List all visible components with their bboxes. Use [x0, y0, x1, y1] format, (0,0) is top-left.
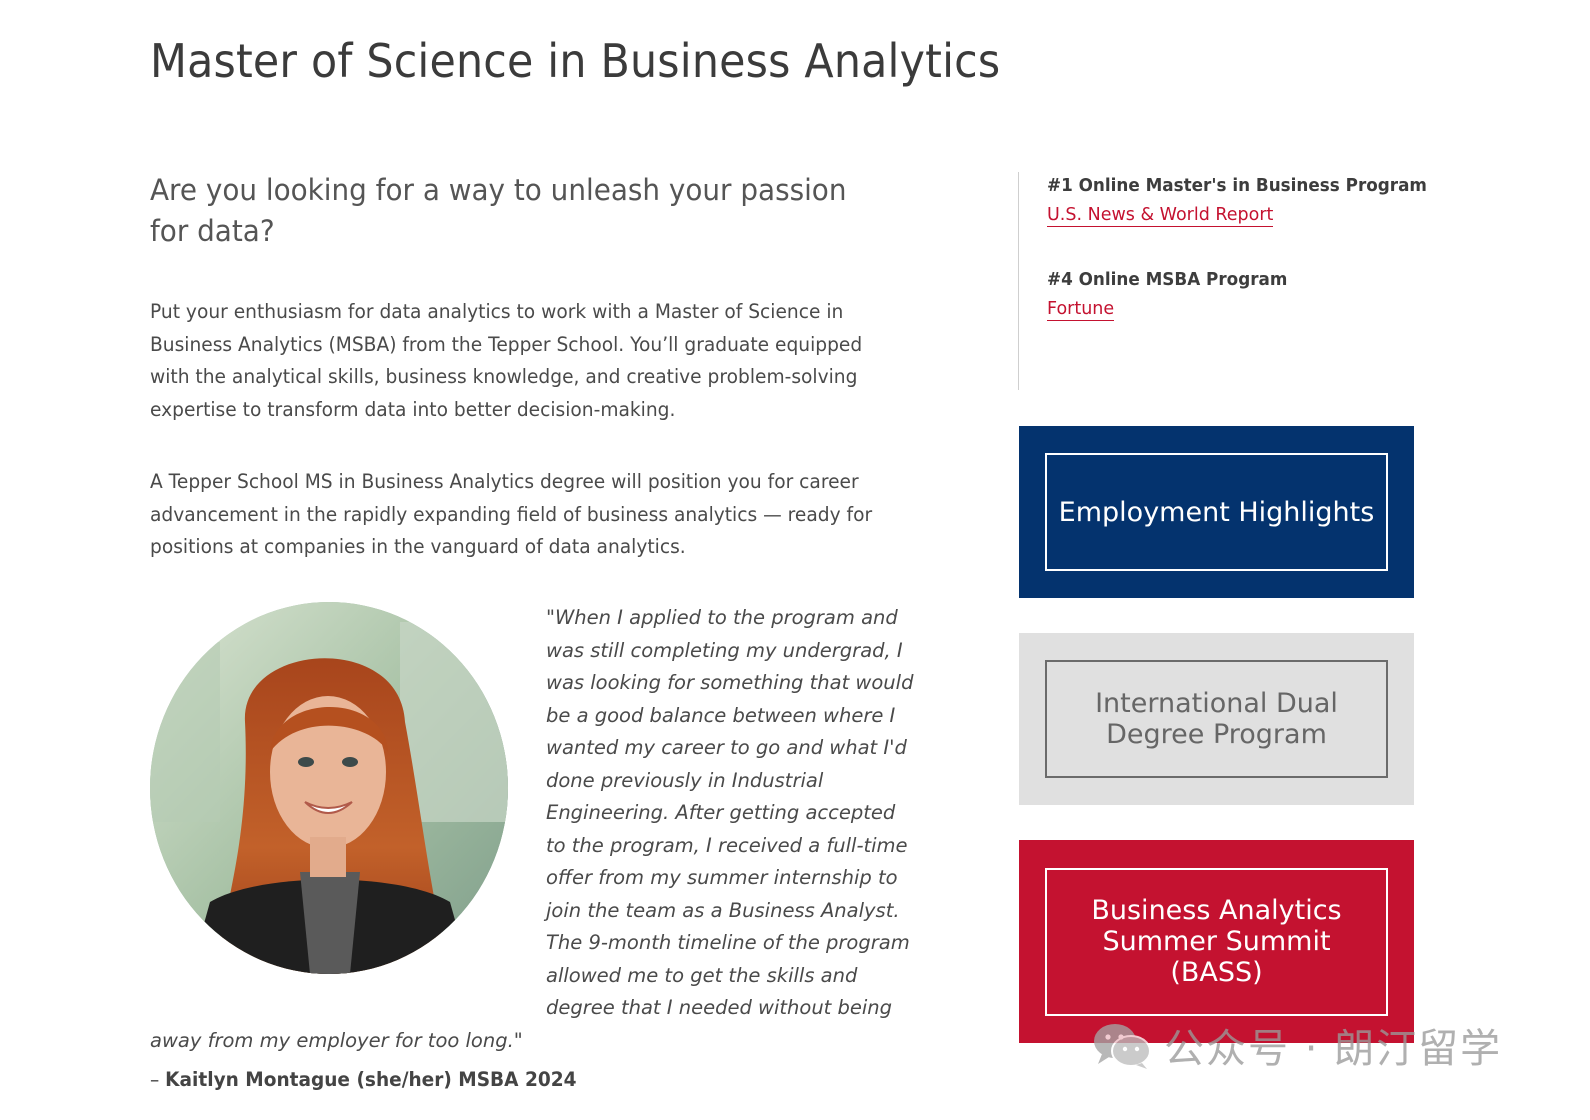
career-paragraph: A Tepper School MS in Business Analytics… — [150, 470, 873, 558]
ranking-source-link[interactable]: U.S. News & World Report — [1047, 205, 1274, 227]
ranking-source-link[interactable]: Fortune — [1047, 299, 1115, 321]
testimonial: "When I applied to the program and was s… — [150, 602, 915, 1057]
wechat-icon — [1092, 1020, 1152, 1070]
employment-highlights-button[interactable]: Employment Highlights — [1045, 453, 1388, 571]
ranking-item: #4 Online MSBA Program Fortune — [1047, 270, 1297, 321]
ranking-title: #4 Online MSBA Program — [1047, 270, 1288, 290]
watermark-text: 公众号 · 朗汀留学 — [1164, 1026, 1503, 1072]
summer-summit-card: Business Analytics Summer Summit (BASS) — [1019, 840, 1414, 1043]
summer-summit-button[interactable]: Business Analytics Summer Summit (BASS) — [1045, 867, 1388, 1016]
rankings-panel: #1 Online Master's in Business Program U… — [1018, 172, 1427, 390]
testimonial-author: Kaitlyn Montague (she/her) MSBA 2024 — [165, 1068, 577, 1091]
watermark: 公众号 · 朗汀留学 — [1092, 1016, 1502, 1074]
intro-paragraph: Put your enthusiasm for data analytics t… — [150, 300, 863, 421]
international-dual-degree-button[interactable]: International Dual Degree Program — [1045, 660, 1388, 778]
ranking-item: #1 Online Master's in Business Program U… — [1047, 176, 1443, 227]
lead-question: Are you looking for a way to unleash you… — [150, 173, 847, 248]
page-title: Master of Science in Business Analytics — [150, 34, 1001, 88]
main-content: Are you looking for a way to unleash you… — [150, 170, 915, 1091]
testimonial-attribution: – Kaitlyn Montague (she/her) MSBA 2024 — [150, 1068, 577, 1091]
attribution-dash: – — [150, 1068, 166, 1091]
ranking-title: #1 Online Master's in Business Program — [1047, 176, 1427, 196]
employment-highlights-card: Employment Highlights — [1019, 426, 1414, 598]
student-portrait — [150, 602, 508, 974]
international-dual-degree-card: International Dual Degree Program — [1019, 633, 1414, 805]
